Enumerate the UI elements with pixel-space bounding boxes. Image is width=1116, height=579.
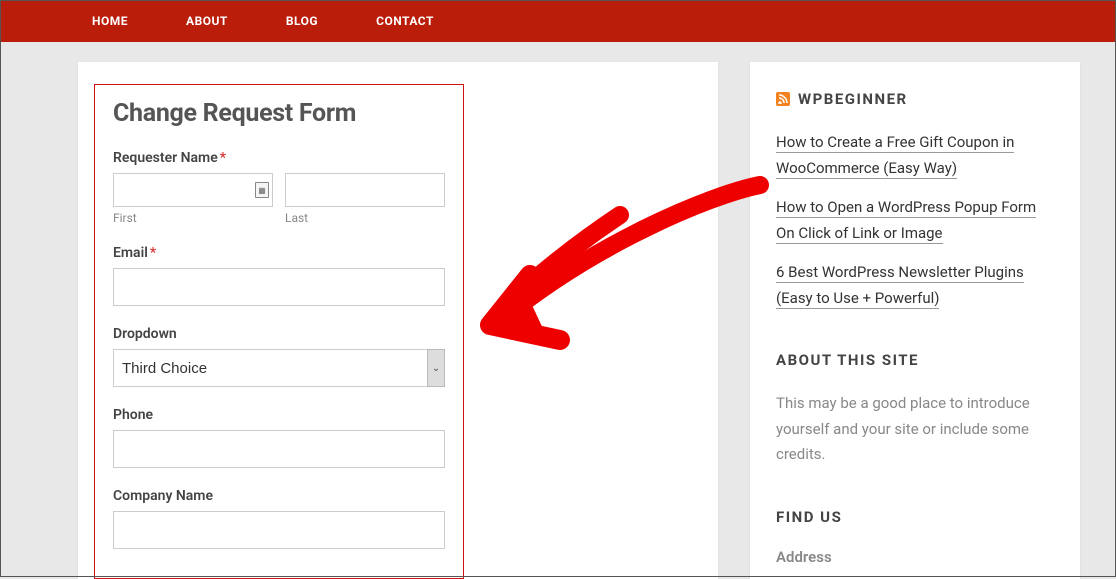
- rss-widget-title: WPBEGINNER: [776, 90, 1054, 108]
- required-asterisk: *: [150, 245, 156, 261]
- email-label: Email*: [113, 245, 445, 261]
- about-widget-title: ABOUT THIS SITE: [776, 351, 1054, 369]
- nav-about[interactable]: ABOUT: [186, 14, 228, 28]
- form-title: Change Request Form: [113, 99, 445, 128]
- form-container: Change Request Form Requester Name* ▦ Fi…: [94, 84, 464, 579]
- rss-link[interactable]: 6 Best WordPress Newsletter Plugins (Eas…: [776, 263, 1024, 309]
- rss-icon: [776, 92, 790, 106]
- last-sublabel: Last: [285, 211, 445, 225]
- nav-contact[interactable]: CONTACT: [376, 14, 434, 28]
- dropdown-label: Dropdown: [113, 326, 445, 342]
- nav-home[interactable]: HOME: [92, 14, 128, 28]
- navbar: HOME ABOUT BLOG CONTACT: [0, 0, 1116, 42]
- phone-input[interactable]: [113, 430, 445, 468]
- main-content-card: Change Request Form Requester Name* ▦ Fi…: [78, 62, 718, 579]
- company-input[interactable]: [113, 511, 445, 549]
- last-name-input[interactable]: [285, 173, 445, 207]
- about-text: This may be a good place to introduce yo…: [776, 391, 1054, 468]
- first-name-input[interactable]: [113, 173, 273, 207]
- rss-link-list: How to Create a Free Gift Coupon in WooC…: [776, 130, 1054, 311]
- company-label: Company Name: [113, 488, 445, 504]
- required-asterisk: *: [220, 150, 226, 166]
- list-item: How to Create a Free Gift Coupon in WooC…: [776, 130, 1054, 181]
- sidebar: WPBEGINNER How to Create a Free Gift Cou…: [750, 62, 1080, 579]
- first-sublabel: First: [113, 211, 273, 225]
- autofill-contact-icon: ▦: [255, 182, 269, 198]
- list-item: How to Open a WordPress Popup Form On Cl…: [776, 195, 1054, 246]
- email-input[interactable]: [113, 268, 445, 306]
- findus-widget-title: FIND US: [776, 508, 1054, 526]
- list-item: 6 Best WordPress Newsletter Plugins (Eas…: [776, 260, 1054, 311]
- address-label: Address: [776, 548, 1054, 566]
- nav-blog[interactable]: BLOG: [286, 14, 318, 28]
- rss-link[interactable]: How to Create a Free Gift Coupon in WooC…: [776, 133, 1014, 179]
- phone-label: Phone: [113, 407, 445, 423]
- rss-link[interactable]: How to Open a WordPress Popup Form On Cl…: [776, 198, 1036, 244]
- requester-name-label: Requester Name*: [113, 150, 445, 166]
- dropdown-select[interactable]: Third Choice: [113, 349, 445, 387]
